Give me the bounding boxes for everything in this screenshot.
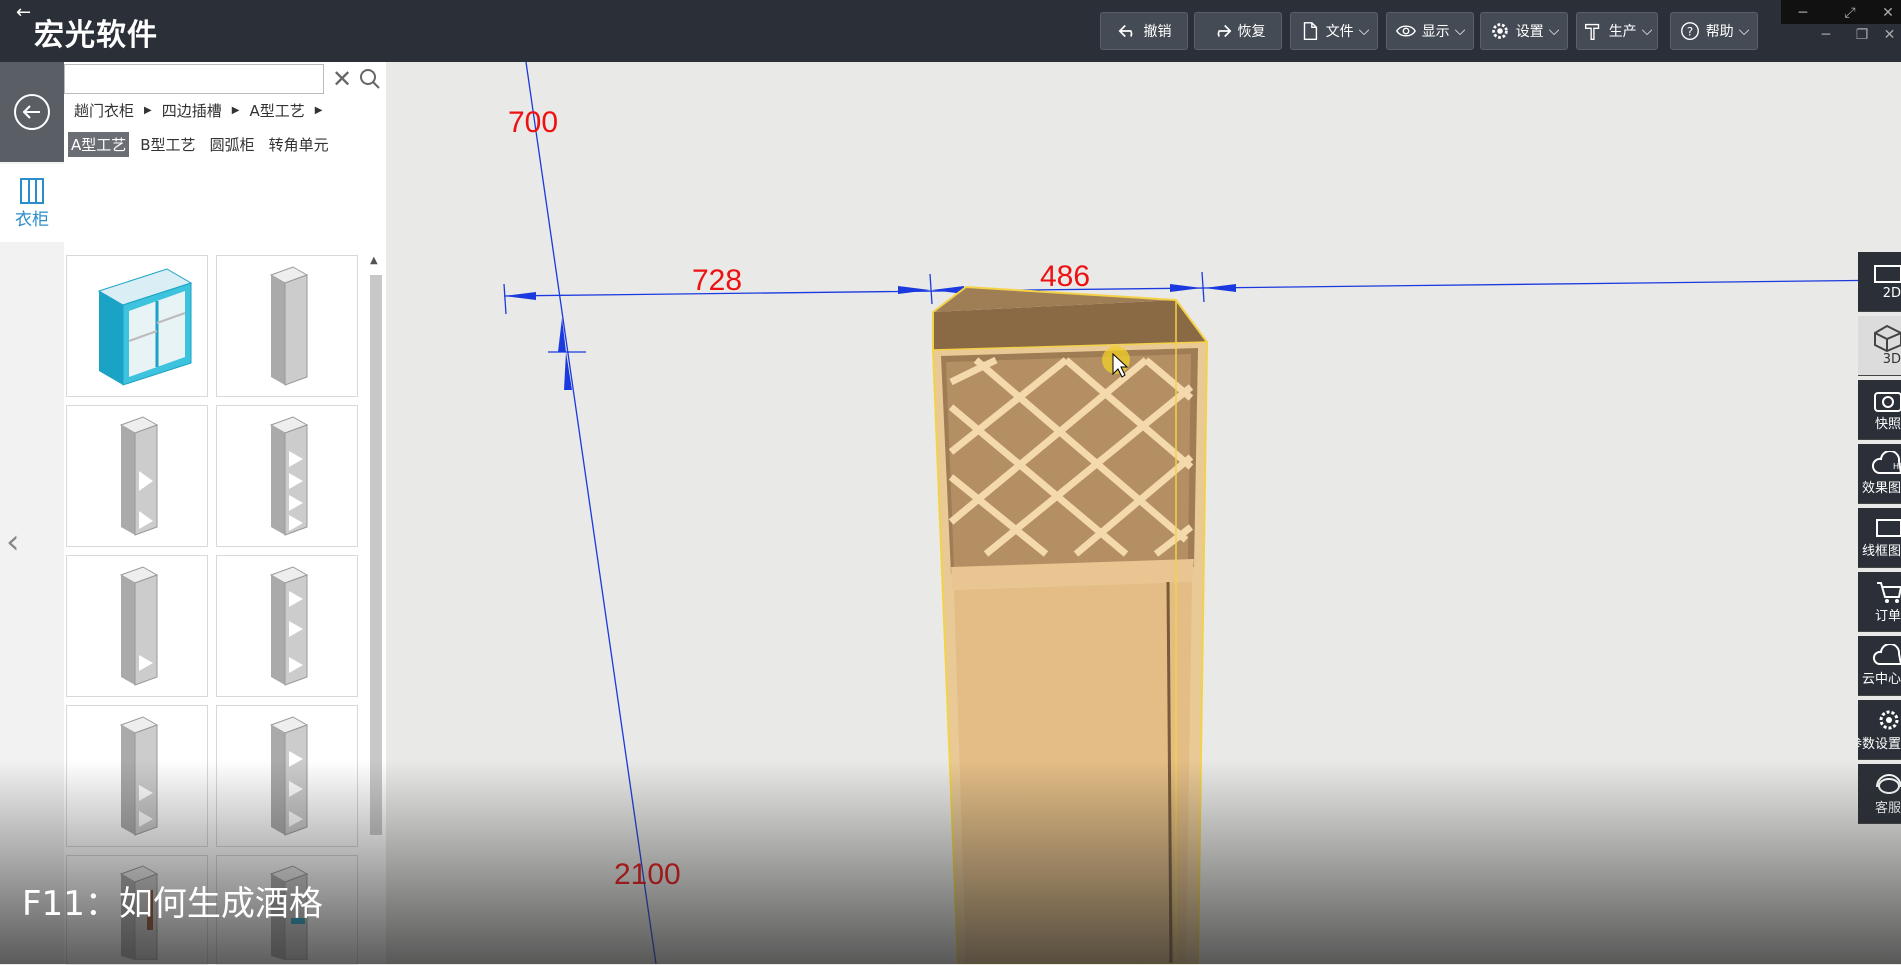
bottom-vignette [0, 760, 1901, 964]
svg-text:?: ? [1687, 25, 1693, 39]
render-label: 效果图 [1861, 481, 1901, 496]
undo-button[interactable]: 撤销 [1100, 12, 1188, 50]
help-menu[interactable]: ? 帮助 ⌵ [1670, 12, 1758, 50]
chevron-down-icon: ⌵ [1548, 23, 1560, 39]
cabinet-preview-image [97, 268, 193, 386]
wireframe-button[interactable]: 线框图 [1858, 508, 1901, 568]
production-label: 生产 [1608, 24, 1637, 40]
dimension-label-728: 728 [692, 264, 743, 297]
cabinet-preview-image [119, 566, 159, 686]
order-label: 订单 [1874, 609, 1901, 624]
snapshot-button[interactable]: 快照 [1858, 380, 1901, 440]
cabinet-preview-image [269, 566, 309, 686]
hammer-icon [1584, 23, 1599, 40]
svg-text:HQ: HQ [1893, 462, 1901, 471]
undo-icon [1118, 24, 1132, 38]
view-2d-label: 2D [1882, 286, 1901, 301]
settings-label: 设置 [1515, 24, 1544, 40]
chevron-down-icon: ⌵ [1358, 23, 1370, 39]
cabinet-thumbnail[interactable] [216, 555, 358, 697]
subtab-bar: A型工艺 B型工艺 圆弧柜 转角单元 [68, 132, 332, 157]
display-label: 显示 [1421, 24, 1450, 40]
cabinet-thumbnail[interactable] [216, 255, 358, 397]
cabinet-preview-image [269, 416, 309, 536]
file-icon [1303, 22, 1317, 40]
breadcrumb-separator-icon: ▶ [144, 105, 152, 116]
order-button[interactable]: 订单 [1858, 572, 1901, 632]
dimension-label-700: 700 [508, 106, 559, 139]
file-label: 文件 [1325, 24, 1354, 40]
redo-label: 恢复 [1237, 24, 1266, 40]
cloud-hq-icon: HQ [1871, 451, 1901, 474]
inner-close-icon[interactable]: ✕ [1878, 22, 1901, 48]
video-caption: F11：如何生成酒格 [22, 884, 323, 924]
snapshot-label: 快照 [1874, 417, 1901, 432]
cart-icon [1877, 582, 1901, 603]
cabinet-preview-image [269, 266, 309, 386]
view-3d-button[interactable]: 3D [1858, 316, 1901, 376]
settings-menu[interactable]: 设置 ⌵ [1480, 12, 1568, 50]
cabinet-preview-image [119, 416, 159, 536]
wireframe-icon [1876, 519, 1901, 537]
wardrobe-icon [20, 177, 44, 204]
camera-icon [1874, 392, 1901, 412]
help-label: 帮助 [1705, 24, 1734, 40]
gear-icon [1491, 23, 1508, 39]
chevron-down-icon: ⌵ [1454, 23, 1466, 39]
nav-wardrobe-label: 衣柜 [15, 209, 49, 230]
nav-wardrobe[interactable]: 衣柜 [0, 164, 64, 242]
back-circle-icon [14, 94, 50, 130]
cloud-center-button[interactable]: 云中心 [1858, 636, 1901, 696]
display-menu[interactable]: 显示 ⌵ [1386, 12, 1474, 50]
cube-icon [1874, 324, 1901, 352]
inner-minimize-icon[interactable]: ─ [1806, 22, 1846, 48]
dimension-label-486: 486 [1040, 260, 1091, 293]
breadcrumb-item[interactable]: 趟门衣柜 [74, 100, 134, 121]
breadcrumb-item[interactable]: 四边插槽 [162, 100, 222, 121]
parameter-settings-label: 参数设置 [1858, 737, 1901, 752]
collapse-panel-icon[interactable]: ‹ [6, 522, 20, 562]
2d-icon [1874, 265, 1901, 283]
redo-icon [1217, 24, 1231, 38]
back-arrow-icon[interactable]: ← [16, 2, 31, 23]
redo-button[interactable]: 恢复 [1194, 12, 1282, 50]
cabinet-thumbnail[interactable] [66, 405, 208, 547]
render-button[interactable]: HQ 效果图 [1858, 444, 1901, 504]
title-bar: ← 宏光软件 撤销 恢复 文件 ⌵ 显示 ⌵ 设置 ⌵ 生产 ⌵ ? 帮助 ⌵ … [0, 0, 1901, 62]
parameter-settings-button[interactable]: 参数设置 [1858, 700, 1901, 760]
breadcrumb-item[interactable]: A型工艺 [249, 100, 304, 121]
view-2d-button[interactable]: 2D [1858, 252, 1901, 312]
tab-a-type[interactable]: A型工艺 [68, 132, 130, 157]
undo-label: 撤销 [1143, 24, 1172, 40]
tab-b-type[interactable]: B型工艺 [137, 132, 198, 157]
search-input[interactable] [64, 64, 324, 94]
chevron-down-icon: ⌵ [1641, 23, 1653, 39]
breadcrumb-separator-icon: ▶ [231, 105, 240, 116]
cabinet-thumbnail[interactable] [216, 405, 358, 547]
app-title: 宏光软件 [34, 18, 158, 53]
cabinet-thumbnail[interactable] [66, 255, 208, 397]
breadcrumb-separator-icon: ▶ [314, 105, 323, 116]
tab-arc-cabinet[interactable]: 圆弧柜 [207, 132, 258, 157]
inner-maximize-icon[interactable]: ❐ [1842, 22, 1882, 48]
scrollbar-thumb[interactable] [370, 275, 382, 835]
search-icon[interactable] [356, 64, 384, 94]
production-menu[interactable]: 生产 ⌵ [1576, 12, 1658, 50]
view-3d-label: 3D [1882, 352, 1901, 367]
cloud-center-label: 云中心 [1861, 672, 1901, 687]
nav-back-button[interactable] [0, 62, 64, 162]
help-icon: ? [1680, 22, 1699, 40]
cabinet-thumbnail[interactable] [66, 555, 208, 697]
cloud-icon [1872, 644, 1901, 665]
gear-icon [1879, 710, 1899, 730]
file-menu[interactable]: 文件 ⌵ [1290, 12, 1378, 50]
wireframe-label: 线框图 [1861, 544, 1901, 559]
tab-corner-unit[interactable]: 转角单元 [266, 132, 332, 157]
clear-search-icon[interactable]: ✕ [328, 64, 356, 94]
breadcrumb: 趟门衣柜 ▶ 四边插槽 ▶ A型工艺 ▶ [74, 100, 326, 121]
eye-icon [1395, 25, 1416, 37]
chevron-down-icon: ⌵ [1738, 23, 1750, 39]
scroll-up-icon[interactable]: ▲ [370, 255, 378, 266]
